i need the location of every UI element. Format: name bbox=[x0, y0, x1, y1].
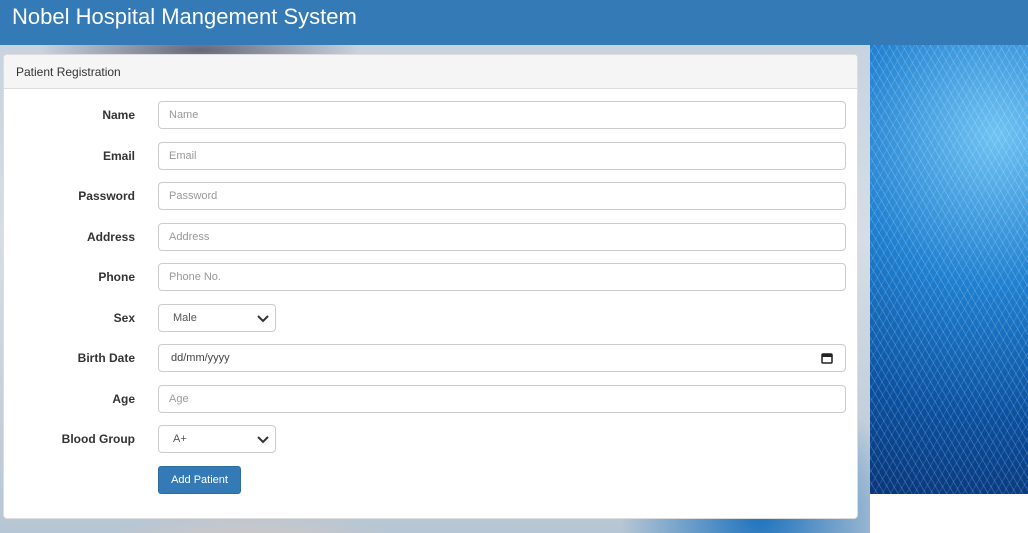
blood-group-label: Blood Group bbox=[61, 432, 135, 446]
age-label: Age bbox=[112, 392, 135, 406]
birth-date-row: Birth Date dd/mm/yyyy bbox=[4, 344, 859, 372]
sex-select[interactable]: Male bbox=[158, 304, 276, 332]
password-label: Password bbox=[78, 189, 135, 203]
name-row: Name bbox=[4, 101, 859, 129]
email-row: Email bbox=[4, 142, 859, 170]
panel-title: Patient Registration bbox=[16, 65, 121, 79]
phone-label: Phone bbox=[98, 270, 135, 284]
sex-row: Sex Male bbox=[4, 304, 859, 332]
calendar-icon[interactable] bbox=[821, 352, 833, 364]
phone-input[interactable] bbox=[158, 263, 846, 291]
email-label: Email bbox=[102, 149, 135, 163]
app-title: Nobel Hospital Mangement System bbox=[12, 4, 357, 29]
birth-date-input[interactable]: dd/mm/yyyy bbox=[158, 344, 846, 372]
add-patient-button[interactable]: Add Patient bbox=[158, 466, 241, 494]
birth-date-format: dd/mm/yyyy bbox=[171, 352, 230, 364]
phone-row: Phone bbox=[4, 263, 859, 291]
name-input[interactable] bbox=[158, 101, 846, 129]
registration-panel: Patient Registration Name Email Password… bbox=[3, 54, 858, 519]
address-label: Address bbox=[86, 230, 135, 244]
chevron-down-icon bbox=[257, 436, 269, 444]
age-row: Age bbox=[4, 385, 859, 413]
blood-group-select[interactable]: A+ bbox=[158, 425, 276, 453]
background-graphic bbox=[870, 45, 1028, 494]
name-label: Name bbox=[102, 108, 135, 122]
sex-label: Sex bbox=[113, 311, 135, 325]
address-input[interactable] bbox=[158, 223, 846, 251]
birth-date-label: Birth Date bbox=[77, 351, 135, 365]
address-row: Address bbox=[4, 223, 859, 251]
blood-group-row: Blood Group A+ bbox=[4, 425, 859, 453]
panel-heading: Patient Registration bbox=[4, 55, 857, 89]
app-header: Nobel Hospital Mangement System bbox=[0, 0, 1028, 45]
age-input[interactable] bbox=[158, 385, 846, 413]
password-input[interactable] bbox=[158, 182, 846, 210]
sex-selected-value: Male bbox=[173, 312, 197, 324]
email-input[interactable] bbox=[158, 142, 846, 170]
chevron-down-icon bbox=[257, 315, 269, 323]
blood-group-selected-value: A+ bbox=[173, 433, 187, 445]
password-row: Password bbox=[4, 182, 859, 210]
